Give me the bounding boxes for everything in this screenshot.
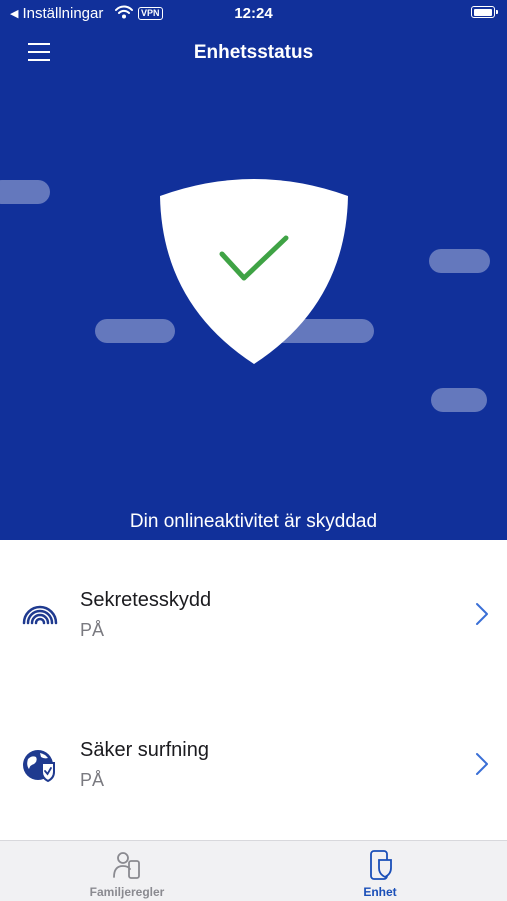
- tab-family-rules[interactable]: Familjeregler: [47, 841, 207, 901]
- back-arrow-icon: ◀: [10, 8, 19, 20]
- shield-checkmark-icon: [160, 179, 348, 364]
- back-label: Inställningar: [22, 5, 104, 22]
- tab-label: Enhet: [363, 885, 397, 899]
- feature-title: Sekretesskydd: [80, 589, 212, 611]
- decorative-cloud: [431, 388, 487, 412]
- battery-level: [473, 8, 492, 16]
- tab-label: Familjeregler: [89, 885, 165, 899]
- back-to-settings-link[interactable]: ◀ Inställningar: [10, 5, 103, 22]
- protection-status-caption: Din onlineaktivitet är skyddad: [129, 511, 378, 532]
- decorative-cloud: [429, 249, 490, 273]
- feature-title: Säker surfning: [80, 739, 209, 761]
- status-bar: ◀ Inställningar VPN 12:24: [0, 0, 507, 28]
- hero-panel: ◀ Inställningar VPN 12:24 Enhetsstatus D…: [0, 0, 507, 540]
- chevron-right-icon: [476, 603, 488, 625]
- signal-waves-icon: [22, 605, 58, 625]
- battery-icon: [471, 6, 498, 18]
- globe-shield-icon: [23, 750, 55, 783]
- tab-bar: Familjeregler Enhet: [0, 840, 507, 901]
- vpn-badge: VPN: [138, 7, 163, 20]
- chevron-right-icon: [476, 753, 488, 775]
- decorative-cloud: [0, 180, 50, 204]
- family-rules-icon: [113, 852, 140, 879]
- page-title: Enhetsstatus: [193, 42, 314, 63]
- feature-status: PÅ: [80, 770, 105, 790]
- privacy-protection-row[interactable]: Sekretesskydd PÅ: [0, 540, 507, 691]
- feature-status: PÅ: [80, 620, 105, 640]
- wifi-icon: [115, 5, 133, 19]
- safe-browsing-row[interactable]: Säker surfning PÅ: [0, 690, 507, 840]
- device-shield-icon: [370, 850, 392, 880]
- tab-device[interactable]: Enhet: [300, 841, 460, 901]
